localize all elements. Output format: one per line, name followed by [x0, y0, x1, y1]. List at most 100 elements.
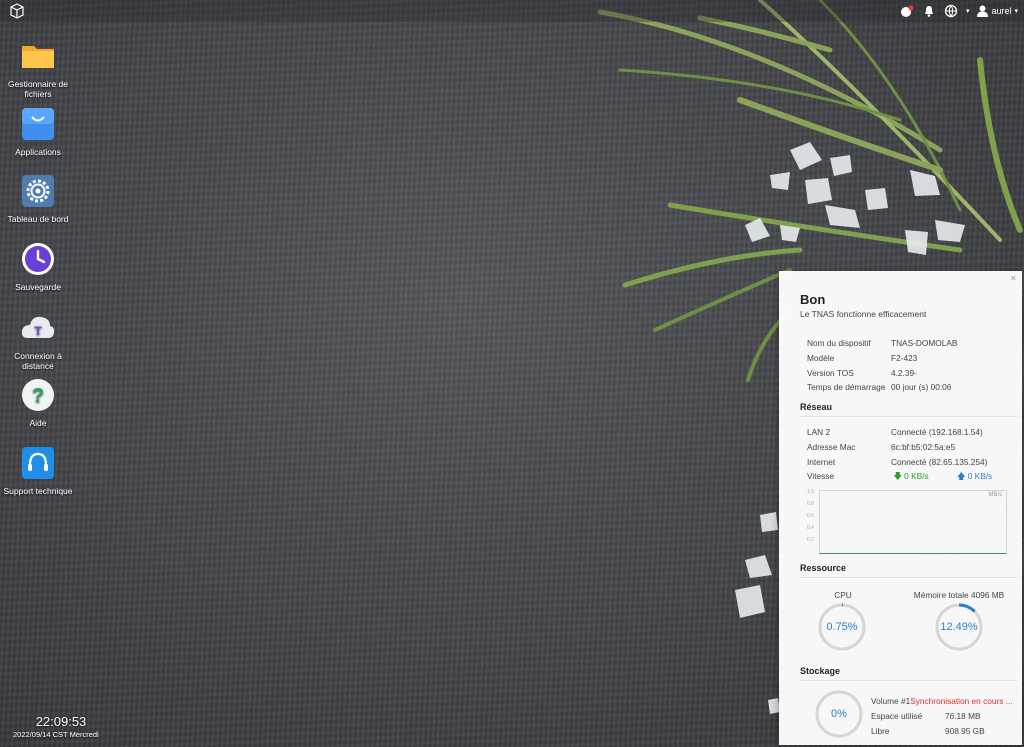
cpu-value: 0.75% [826, 621, 858, 633]
chart-tick: 0.8 [807, 501, 814, 507]
desktop-icon-help[interactable]: ? Aide [3, 377, 73, 428]
desktop-icon-file-manager[interactable]: Gestionnaire de fichiers [3, 38, 73, 99]
top-bar: ▾ aurel ▾ [0, 0, 1024, 22]
clock-date: 2022/09/14 CST Mercredi [13, 730, 99, 739]
desktop-icon-label: Gestionnaire de fichiers [7, 79, 68, 99]
chart-tick: 0.2 [807, 537, 814, 543]
cpu-label: CPU [834, 590, 852, 600]
network-row: Internet Connecté (82.65.135.254) [807, 457, 987, 467]
upload-arrow-icon: 🡅 [956, 471, 966, 481]
storage-row: Espace utilisé 76.18 MB [871, 711, 981, 721]
desktop-clock: 22:09:53 2022/09/14 CST Mercredi [13, 714, 109, 739]
volume-label: Volume #1 [871, 696, 911, 706]
clock-icon [22, 243, 54, 275]
chart-tick: 0.4 [807, 525, 814, 531]
info-row: Modèle F2-423 [807, 353, 917, 363]
network-label: Adresse Mac [807, 442, 856, 452]
help-icon: ? [22, 379, 54, 411]
storage-free-label: Libre [871, 726, 890, 736]
network-value: Connecté (192.168.1.54) [891, 427, 983, 437]
status-subtitle: Le TNAS fonctionne efficacement [800, 309, 927, 319]
download-speed: 🡇 0 KB/s [893, 471, 928, 481]
desktop-icon-label: Applications [15, 147, 61, 157]
desktop-icon-label: Tableau de bord [7, 214, 69, 224]
desktop-icon-dashboard[interactable]: Tableau de bord [3, 173, 73, 224]
desktop-icon-support[interactable]: Support technique [3, 445, 73, 496]
resource-section-title: Ressource [800, 563, 847, 573]
info-value: F2-423 [891, 353, 918, 363]
network-row: Adresse Mac 6c:bf:b5:02:5a:e5 [807, 442, 955, 452]
info-label: Modèle [807, 353, 835, 363]
info-row: Version TOS 4.2.39- [807, 368, 917, 378]
user-icon [977, 5, 989, 17]
info-label: Temps de démarrage [807, 382, 886, 392]
network-value: Connecté (82.65.135.254) [891, 457, 988, 467]
status-title: Bon [800, 292, 826, 307]
volume-status: Synchronisation en cours ... [910, 696, 1013, 706]
speed-label: Vitesse [807, 471, 835, 481]
network-speed-chart: MB/s [819, 490, 1007, 554]
svg-text:T: T [34, 324, 42, 338]
info-row: Temps de démarrage 00 jour (s) 00:06 [807, 382, 951, 392]
system-status-panel: × Bon Le TNAS fonctionne efficacement No… [779, 271, 1022, 745]
upload-speed: 🡅 0 KB/s [957, 471, 992, 481]
storage-free-value: 908.95 GB [945, 726, 985, 736]
section-divider [800, 680, 1017, 681]
info-row: Nom du dispositif TNAS-DOMOLAB [807, 338, 957, 348]
storage-value: 0% [831, 708, 847, 720]
info-label: Nom du dispositif [807, 338, 871, 348]
headset-icon [22, 447, 54, 479]
bell-icon[interactable] [922, 4, 936, 18]
gear-icon [22, 175, 54, 207]
user-caret-icon: ▾ [1014, 8, 1018, 15]
shopping-bag-icon [22, 108, 54, 140]
language-caret-icon[interactable]: ▾ [966, 7, 970, 15]
desktop-icon-label: Support technique [3, 486, 73, 496]
storage-used-label: Espace utilisé [871, 711, 923, 721]
download-arrow-icon: 🡇 [893, 471, 902, 481]
memory-label: Mémoire totale 4096 MB [913, 590, 1005, 600]
clock-time: 22:09:53 [35, 714, 87, 729]
info-value: 00 jour (s) 00:06 [891, 382, 952, 392]
cloud-icon: T [21, 316, 55, 338]
speed-row: Vitesse 🡇 0 KB/s 🡅 0 KB/s [807, 471, 992, 485]
svg-text:?: ? [32, 385, 44, 407]
section-divider [800, 577, 1017, 578]
cpu-gauge: 0.75% [817, 602, 867, 652]
desktop-icon-label: Connexion à distance [14, 351, 62, 371]
storage-used-value: 76.18 MB [945, 711, 981, 721]
chart-unit: MB/s [988, 492, 1002, 498]
desktop-icon-applications[interactable]: Applications [3, 106, 73, 157]
memory-gauge: 12.49% [934, 602, 984, 652]
upload-value: 0 KB/s [967, 471, 993, 481]
notification-icon[interactable] [900, 4, 914, 18]
network-value: 6c:bf:b5:02:5a:e5 [891, 442, 956, 452]
storage-row: Libre 908.95 GB [871, 726, 985, 736]
info-value: TNAS-DOMOLAB [891, 338, 958, 348]
info-label: Version TOS [807, 368, 854, 378]
network-label: LAN 2 [807, 427, 831, 437]
chart-tick: 1.0 [807, 489, 814, 495]
folder-icon [22, 46, 54, 68]
storage-gauge: 0% [814, 689, 864, 739]
user-name: aurel [991, 6, 1012, 16]
chart-tick: 0.6 [807, 513, 814, 519]
section-divider [800, 416, 1017, 417]
close-icon[interactable]: × [1011, 273, 1016, 283]
desktop-icon-remote-connection[interactable]: T Connexion à distance [3, 310, 73, 371]
storage-section-title: Stockage [800, 666, 841, 676]
desktop-icon-label: Sauvegarde [15, 282, 61, 292]
desktop-icon-label: Aide [29, 418, 47, 428]
globe-icon[interactable] [944, 4, 958, 18]
info-value: 4.2.39- [891, 368, 917, 378]
user-menu[interactable]: aurel ▾ [977, 5, 1018, 17]
tos-logo-icon[interactable] [8, 2, 26, 20]
network-label: Internet [807, 457, 836, 467]
volume-row: Volume #1Synchronisation en cours ... [871, 696, 1019, 706]
desktop-icon-backup[interactable]: Sauvegarde [3, 241, 73, 292]
network-row: LAN 2 Connecté (192.168.1.54) [807, 427, 983, 437]
network-section-title: Réseau [800, 402, 833, 412]
top-bar-tray: ▾ aurel ▾ [900, 3, 1018, 19]
download-value: 0 KB/s [904, 471, 929, 481]
memory-value: 12.49% [940, 621, 978, 633]
